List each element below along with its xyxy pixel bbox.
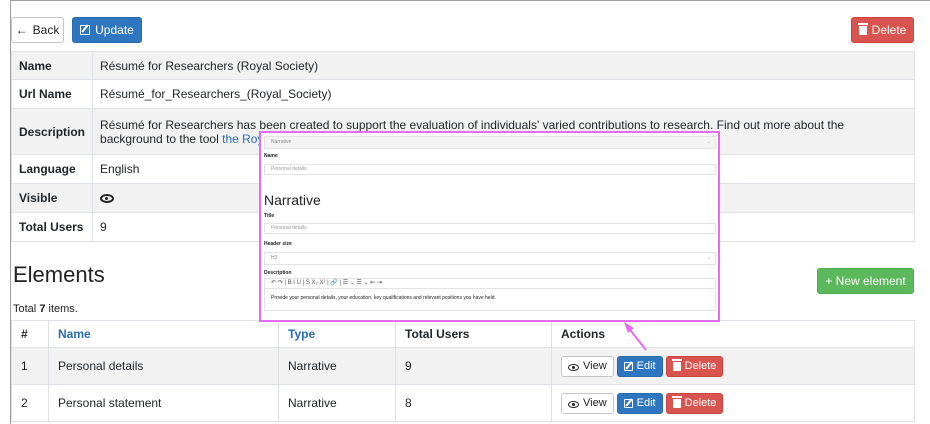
name-label: Name [264, 153, 278, 159]
details-key: Name [10, 51, 94, 80]
view-label: View [583, 397, 607, 409]
delete-label: Delete [684, 397, 717, 409]
trash-icon [671, 358, 682, 371]
update-label: Update [95, 23, 134, 37]
elements-heading: Elements [13, 262, 105, 287]
header-size-value: H3 [271, 255, 278, 261]
edit-button[interactable]: Edit [616, 392, 663, 414]
row-users: 9 [395, 347, 552, 385]
name-field[interactable]: Personal details [264, 164, 716, 175]
row-type: Narrative [278, 347, 396, 385]
row-name: Personal details [48, 347, 279, 385]
details-value: Résumé for Researchers (Royal Society) [92, 51, 915, 80]
total-prefix: Total [13, 303, 37, 315]
delete-label: Delete [684, 360, 717, 372]
column-total-users: Total Users [395, 320, 552, 348]
rich-text-toolbar[interactable]: ↶ ↷ | B I U | S X₂ X² | 🔗 | ☰ ⌄ ☰ ⌄ ⇤ ⇥ [264, 278, 716, 289]
type-select[interactable]: Narrative ⌄ [264, 136, 716, 149]
table-row: 2 Personal statement Narrative 8 View Edi… [11, 384, 915, 422]
details-key: Visible [10, 183, 94, 213]
column-number: # [11, 320, 49, 348]
view-button[interactable]: View [561, 392, 614, 414]
title-field[interactable]: Personal details [264, 223, 716, 234]
total-suffix: items. [48, 303, 78, 315]
total-count: 7 [39, 303, 46, 315]
chevron-down-icon: ⌄ [706, 255, 711, 261]
eye-icon [568, 363, 579, 371]
edit-icon [80, 25, 91, 35]
row-users: 8 [395, 384, 552, 422]
column-actions: Actions [551, 320, 915, 348]
header-size-select[interactable]: H3 ⌄ [264, 252, 716, 265]
eye-icon [100, 194, 115, 203]
view-button[interactable]: View [561, 355, 614, 377]
eye-icon [568, 400, 579, 408]
delete-label: Delete [871, 23, 907, 37]
edit-label: Edit [636, 360, 656, 372]
table-header: # Name Type Total Users Actions [11, 320, 915, 348]
type-select-value: Narrative [271, 139, 292, 145]
delete-button[interactable]: Delete [851, 17, 914, 43]
row-name: Personal statement [48, 384, 279, 422]
details-row-name: Name Résumé for Researchers (Royal Socie… [10, 51, 915, 80]
row-type: Narrative [278, 384, 396, 422]
row-number: 1 [11, 347, 49, 385]
total-items: Total 7 items. [13, 303, 78, 315]
details-key: Language [10, 154, 94, 184]
back-button[interactable]: ← Back [11, 17, 64, 43]
edit-label: Edit [636, 397, 656, 409]
details-key: Total Users [10, 212, 94, 242]
column-name[interactable]: Name [48, 320, 279, 348]
description-label: Description [264, 270, 292, 276]
delete-row-button[interactable]: Delete [665, 355, 724, 377]
details-key: Description [10, 108, 94, 155]
update-button[interactable]: Update [72, 17, 142, 43]
details-value: Résumé_for_Researchers_(Royal_Society) [92, 79, 915, 109]
back-label: Back [32, 23, 60, 37]
description-editor[interactable]: Provide your personal details, your educ… [264, 289, 716, 311]
row-actions: View Edit Delete [551, 347, 915, 385]
details-row-url: Url Name Résumé_for_Researchers_(Royal_S… [10, 79, 915, 109]
edit-button[interactable]: Edit [616, 355, 663, 377]
elements-table: # Name Type Total Users Actions 1 Person… [11, 320, 915, 422]
row-number: 2 [11, 384, 49, 422]
chevron-down-icon: ⌄ [706, 139, 711, 145]
delete-row-button[interactable]: Delete [665, 392, 724, 414]
details-key: Url Name [10, 79, 94, 109]
row-actions: View Edit Delete [551, 384, 915, 422]
trash-icon [671, 395, 682, 408]
header-size-label: Header size [264, 241, 292, 247]
trash-icon [857, 22, 868, 35]
edit-icon [623, 361, 633, 371]
view-label: View [583, 360, 607, 372]
new-element-button[interactable]: + New element [817, 268, 914, 294]
table-row: 1 Personal details Narrative 9 View Edit D… [11, 347, 915, 385]
edit-icon [623, 398, 633, 408]
column-type[interactable]: Type [278, 320, 396, 348]
preview-heading: Narrative [264, 192, 321, 208]
arrow-left-icon: ← [15, 23, 28, 37]
title-label: Title [264, 213, 275, 219]
element-editor-preview: Narrative ⌄ Name Personal details Narrat… [259, 131, 720, 322]
